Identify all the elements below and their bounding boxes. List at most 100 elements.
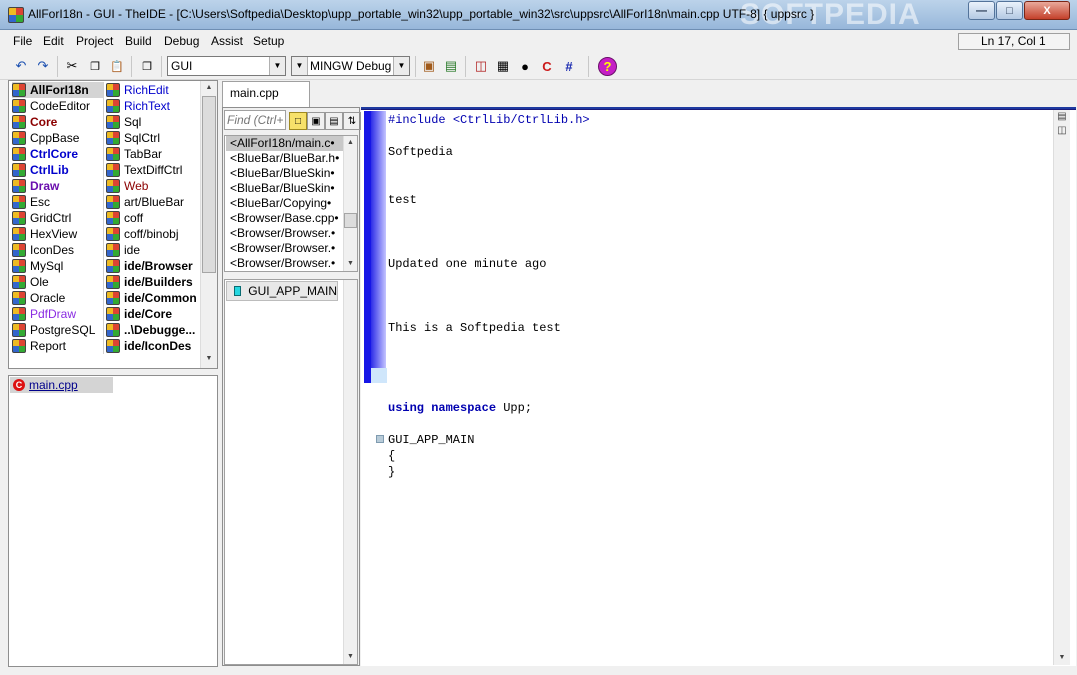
rebuild-icon[interactable]: ▤	[442, 57, 460, 75]
redo-icon[interactable]: ↷	[34, 57, 52, 75]
package-col1-item-10[interactable]: IconDes	[12, 242, 104, 258]
help-icon[interactable]: ?	[598, 57, 617, 76]
package-col2-item-2[interactable]: Sql	[106, 114, 200, 130]
package-col1-item-15[interactable]: PostgreSQL	[12, 322, 104, 338]
menu-build[interactable]: Build	[125, 34, 152, 48]
debug-icon[interactable]: ◫	[472, 57, 490, 75]
package-col2-item-5[interactable]: TextDiffCtrl	[106, 162, 200, 178]
package-col1-item-2[interactable]: Core	[12, 114, 104, 130]
browser-item[interactable]: <BlueBar/BlueSkin•	[226, 181, 344, 196]
bomb-icon[interactable]: ●	[516, 57, 534, 75]
copy-icon[interactable]: ❐	[86, 57, 104, 75]
paste-icon[interactable]: 📋	[108, 57, 126, 75]
menu-debug[interactable]: Debug	[164, 34, 199, 48]
package-col2-item-3[interactable]: SqlCtrl	[106, 130, 200, 146]
change-marker-gradient	[371, 111, 386, 383]
package-label: PdfDraw	[30, 307, 77, 321]
tab-main-cpp[interactable]: main.cpp	[222, 81, 310, 107]
main-config-select[interactable]: GUI ▼	[167, 56, 286, 76]
package-col2-item-7[interactable]: art/BlueBar	[106, 194, 200, 210]
chevron-down-icon[interactable]: ▼	[393, 57, 409, 75]
file-filter-icon[interactable]: ▤	[325, 112, 343, 130]
duplicate-icon[interactable]: ❐	[138, 57, 156, 75]
scroll-down-icon[interactable]: ▼	[201, 352, 217, 366]
package-col2-item-8[interactable]: coff	[106, 210, 200, 226]
package-col2-item-16[interactable]: ide/IconDes	[106, 338, 200, 354]
package-col2-item-1[interactable]: RichText	[106, 98, 200, 114]
browser-item[interactable]: <Browser/Browser.•	[226, 256, 344, 271]
package-col2-item-13[interactable]: ide/Common	[106, 290, 200, 306]
package-col1-item-7[interactable]: Esc	[12, 194, 104, 210]
browser-item[interactable]: <AllForI18n/main.c•	[226, 136, 344, 151]
chevron-down-icon[interactable]: ▼	[269, 57, 285, 75]
package-col1-item-1[interactable]: CodeEditor	[12, 98, 104, 114]
package-col1-item-16[interactable]: Report	[12, 338, 104, 354]
package-scrollbar[interactable]: ▲ ▼	[200, 81, 217, 368]
menu-setup[interactable]: Setup	[253, 34, 284, 48]
package-col2-item-12[interactable]: ide/Builders	[106, 274, 200, 290]
menu-project[interactable]: Project	[76, 34, 113, 48]
symbol-scrollbar[interactable]: ▼	[343, 280, 357, 664]
file-item-main[interactable]: C main.cpp	[10, 377, 113, 393]
scroll-thumb[interactable]	[344, 213, 357, 228]
browser-item[interactable]: <Browser/Browser.•	[226, 241, 344, 256]
menu-assist[interactable]: Assist	[211, 34, 243, 48]
package-col2-item-4[interactable]: TabBar	[106, 146, 200, 162]
package-col1-item-9[interactable]: HexView	[12, 226, 104, 242]
close-button[interactable]: X	[1024, 1, 1070, 20]
package-col2-item-14[interactable]: ide/Core	[106, 306, 200, 322]
scroll-up-icon[interactable]: ▲	[201, 81, 217, 95]
editor-scrollbar[interactable]: ▤ ◫ ▼	[1053, 110, 1070, 665]
build-method-select[interactable]: ▼ MINGW Debug ▼	[291, 56, 410, 76]
package-col1-item-4[interactable]: CtrlCore	[12, 146, 104, 162]
hash-icon[interactable]: #	[560, 57, 578, 75]
scroll-up-icon[interactable]: ▲	[344, 136, 357, 150]
split-horizontal-icon[interactable]: ▤	[1054, 110, 1070, 124]
browser-item[interactable]: <BlueBar/Copying•	[226, 196, 344, 211]
minimize-button[interactable]: —	[968, 1, 995, 20]
package-col1-item-3[interactable]: CppBase	[12, 130, 104, 146]
scroll-down-icon[interactable]: ▼	[344, 650, 357, 664]
package-col1-item-0[interactable]: AllForI18n	[12, 82, 104, 98]
chevron-down-icon[interactable]: ▼	[292, 57, 308, 75]
package-col2-item-10[interactable]: ide	[106, 242, 200, 258]
run-icon[interactable]: ▦	[494, 57, 512, 75]
package-col1-item-6[interactable]: Draw	[12, 178, 104, 194]
code-editor[interactable]	[361, 107, 1076, 666]
package-col2-item-11[interactable]: ide/Browser	[106, 258, 200, 274]
c-icon[interactable]: C	[538, 57, 556, 75]
package-col2-item-9[interactable]: coff/binobj	[106, 226, 200, 242]
browser-item[interactable]: <Browser/Base.cpp•	[226, 211, 344, 226]
scroll-down-icon[interactable]: ▼	[344, 257, 357, 271]
menu-bar	[0, 30, 1077, 52]
split-vertical-icon[interactable]: ◫	[1054, 124, 1070, 138]
package-col1-item-11[interactable]: MySql	[12, 258, 104, 274]
package-col1-item-14[interactable]: PdfDraw	[12, 306, 104, 322]
package-filter-icon[interactable]: ▣	[307, 112, 325, 130]
browser-item[interactable]: <Browser/Browser.•	[226, 226, 344, 241]
build-icon[interactable]: ▣	[420, 57, 438, 75]
maximize-button[interactable]: □	[996, 1, 1023, 20]
find-input[interactable]: Find (Ctrl+	[224, 110, 286, 130]
browser-scrollbar[interactable]: ▲ ▼	[343, 136, 357, 271]
package-col1-item-5[interactable]: CtrlLib	[12, 162, 104, 178]
package-col1-item-13[interactable]: Oracle	[12, 290, 104, 306]
package-col1-item-8[interactable]: GridCtrl	[12, 210, 104, 226]
scroll-down-icon[interactable]: ▼	[1054, 651, 1070, 665]
fold-marker[interactable]	[376, 435, 384, 443]
package-col2-item-15[interactable]: ..\Debugge...	[106, 322, 200, 338]
scroll-thumb[interactable]	[202, 96, 216, 273]
browser-item[interactable]: <BlueBar/BlueSkin•	[226, 166, 344, 181]
folder-icon[interactable]: □	[289, 112, 307, 130]
app-icon[interactable]	[8, 7, 24, 23]
cut-icon[interactable]: ✂	[63, 57, 81, 75]
sort-icon[interactable]: ⇅	[343, 112, 361, 130]
browser-item[interactable]: <BlueBar/BlueBar.h•	[226, 151, 344, 166]
menu-file[interactable]: File	[13, 34, 32, 48]
package-col2-item-6[interactable]: Web	[106, 178, 200, 194]
package-col2-item-0[interactable]: RichEdit	[106, 82, 200, 98]
package-col1-item-12[interactable]: Ole	[12, 274, 104, 290]
undo-icon[interactable]: ↶	[12, 57, 30, 75]
menu-edit[interactable]: Edit	[43, 34, 64, 48]
symbol-item[interactable]: GUI_APP_MAIN	[226, 281, 338, 301]
